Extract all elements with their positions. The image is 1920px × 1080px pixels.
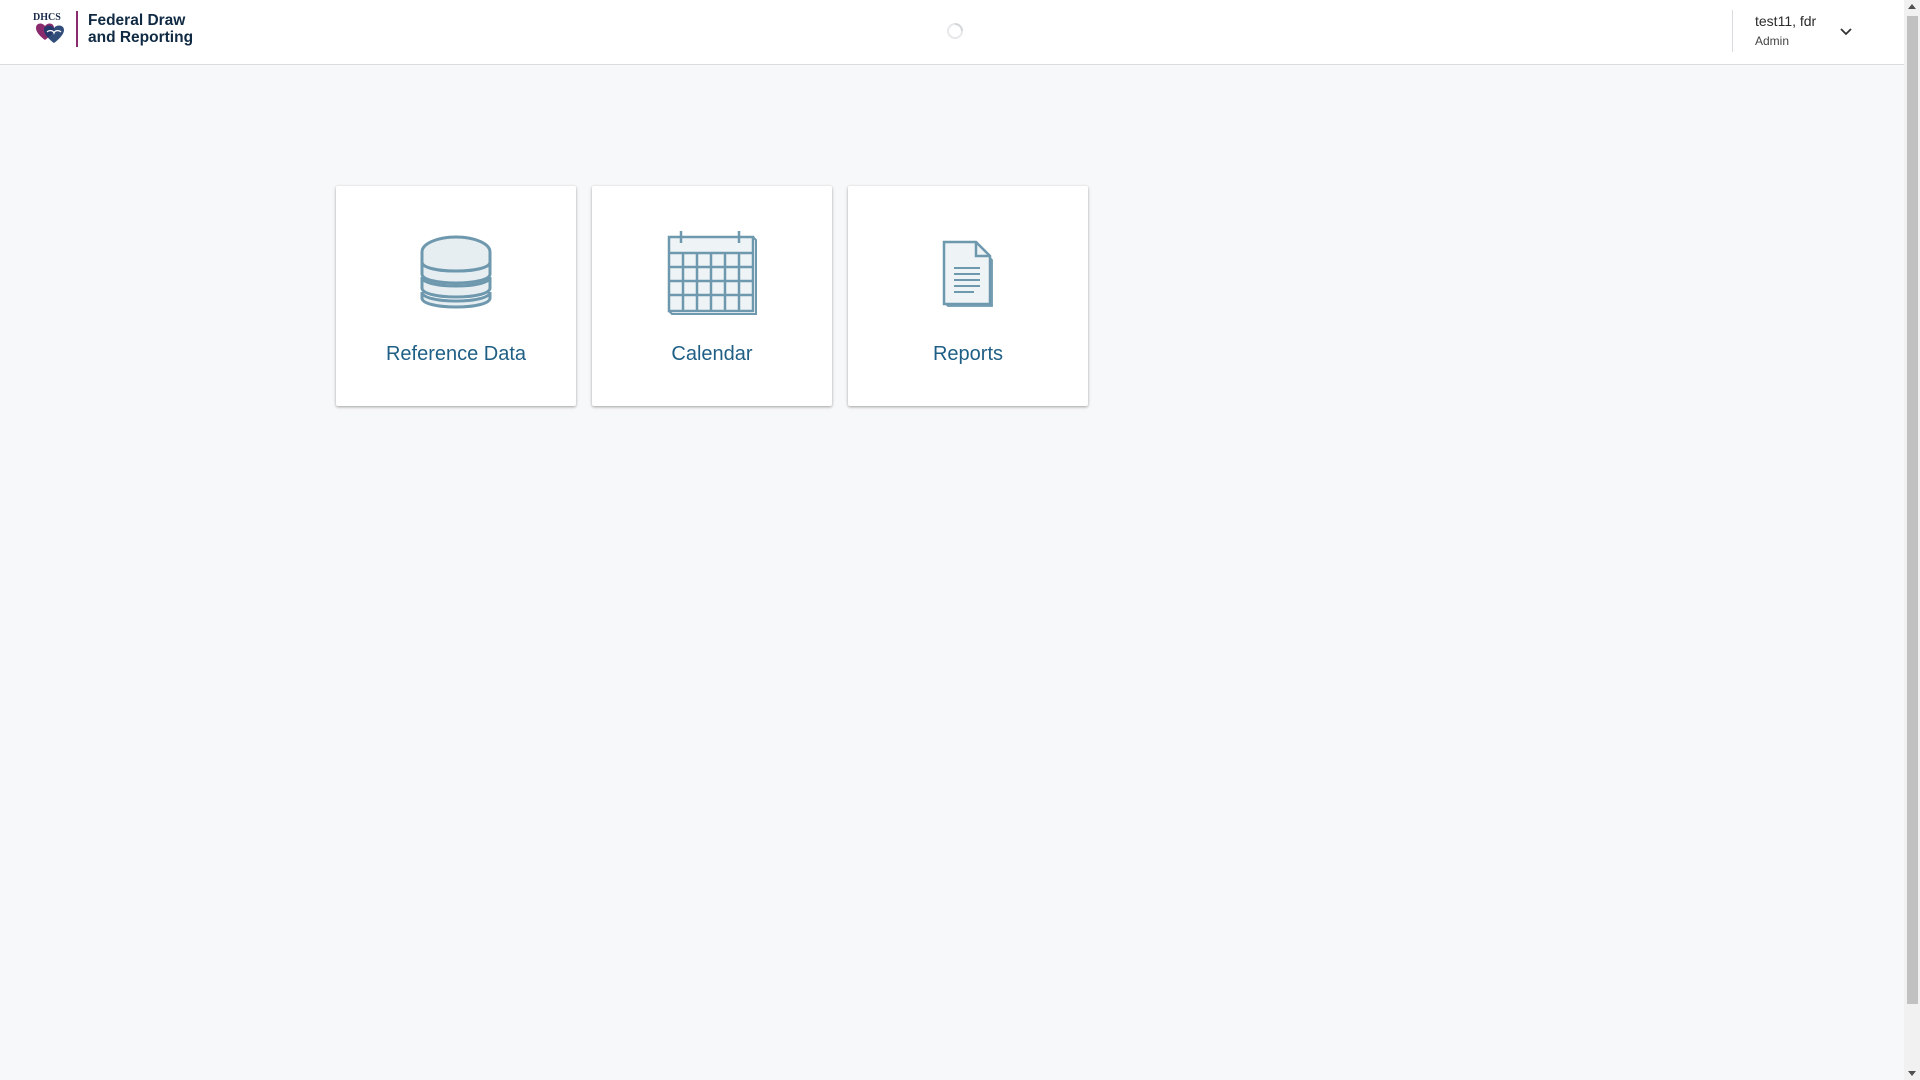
user-menu[interactable]: test11, fdr Admin <box>1732 10 1904 52</box>
app-header: DHCS Federal Draw and Reporting test11, … <box>0 0 1904 65</box>
loading-spinner-icon <box>946 22 964 40</box>
user-role: Admin <box>1755 34 1790 48</box>
user-name: test11, fdr <box>1755 13 1817 29</box>
chevron-down-icon[interactable] <box>1837 22 1855 40</box>
dhcs-logo-icon: DHCS <box>30 10 70 48</box>
app-logo[interactable]: DHCS Federal Draw and Reporting <box>30 10 193 48</box>
tile-reports[interactable]: Reports <box>848 186 1088 406</box>
tile-label: Reference Data <box>385 343 527 365</box>
calendar-icon <box>592 231 832 315</box>
document-icon <box>848 232 1088 314</box>
app-title: Federal Draw and Reporting <box>88 12 193 46</box>
scroll-down-arrow-icon[interactable] <box>1908 1071 1916 1076</box>
tile-label: Reports <box>932 343 1004 365</box>
vertical-scrollbar[interactable] <box>1904 0 1920 1080</box>
home-tiles: Reference Data Calendar Reports <box>336 186 1088 406</box>
database-icon <box>336 232 576 314</box>
scroll-up-arrow-icon[interactable] <box>1908 4 1916 9</box>
tile-label: Calendar <box>671 343 753 365</box>
app-title-line2: and Reporting <box>88 29 194 46</box>
svg-text:DHCS: DHCS <box>33 12 61 23</box>
tile-reference-data[interactable]: Reference Data <box>336 186 576 406</box>
logo-divider <box>76 11 78 47</box>
tile-calendar[interactable]: Calendar <box>592 186 832 406</box>
scroll-thumb[interactable] <box>1907 16 1918 1004</box>
app-title-line1: Federal Draw <box>88 12 186 29</box>
